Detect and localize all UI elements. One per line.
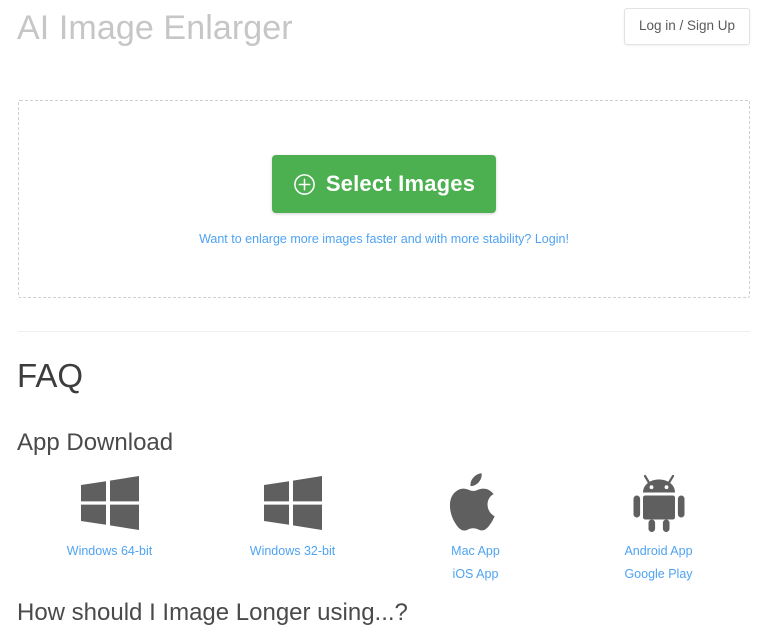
plus-circle-icon bbox=[293, 173, 316, 196]
login-upsell-link[interactable]: Want to enlarge more images faster and w… bbox=[19, 231, 749, 247]
select-images-label: Select Images bbox=[325, 171, 476, 196]
page-root: AI Image Enlarger Log in / Sign Up Selec… bbox=[0, 0, 768, 626]
next-faq-heading: How should I Image Longer using...? bbox=[17, 599, 408, 626]
download-item-windows-32[interactable]: Windows 32-bit bbox=[201, 472, 384, 582]
login-signup-button[interactable]: Log in / Sign Up bbox=[623, 8, 750, 45]
android-logo-icon bbox=[631, 472, 687, 534]
apple-logo-icon bbox=[449, 472, 502, 534]
upload-dropzone[interactable]: Select Images Want to enlarge more image… bbox=[18, 100, 750, 298]
download-links: Windows 64-bit bbox=[67, 544, 152, 559]
download-links: Windows 32-bit bbox=[250, 544, 335, 559]
download-item-android[interactable]: Android App Google Play bbox=[567, 472, 750, 582]
windows-logo-icon bbox=[262, 472, 324, 534]
download-link-google-play[interactable]: Google Play bbox=[624, 567, 692, 582]
download-link-mac-app[interactable]: Mac App bbox=[451, 544, 500, 559]
app-download-grid: Windows 64-bit Windows 32-bit Mac App iO… bbox=[18, 472, 750, 582]
download-item-windows-64[interactable]: Windows 64-bit bbox=[18, 472, 201, 582]
download-links: Android App Google Play bbox=[624, 544, 692, 582]
download-link-windows-32[interactable]: Windows 32-bit bbox=[250, 544, 335, 559]
download-link-android-app[interactable]: Android App bbox=[624, 544, 692, 559]
faq-heading: FAQ bbox=[17, 357, 84, 394]
select-images-button[interactable]: Select Images bbox=[272, 155, 496, 213]
section-divider bbox=[18, 331, 750, 332]
page-header: AI Image Enlarger Log in / Sign Up bbox=[0, 0, 768, 78]
download-link-windows-64[interactable]: Windows 64-bit bbox=[67, 544, 152, 559]
download-links: Mac App iOS App bbox=[451, 544, 500, 582]
page-title: AI Image Enlarger bbox=[17, 9, 293, 47]
app-download-heading: App Download bbox=[17, 429, 174, 456]
windows-logo-icon bbox=[79, 472, 141, 534]
download-item-mac[interactable]: Mac App iOS App bbox=[384, 472, 567, 582]
download-link-ios-app[interactable]: iOS App bbox=[453, 567, 499, 582]
